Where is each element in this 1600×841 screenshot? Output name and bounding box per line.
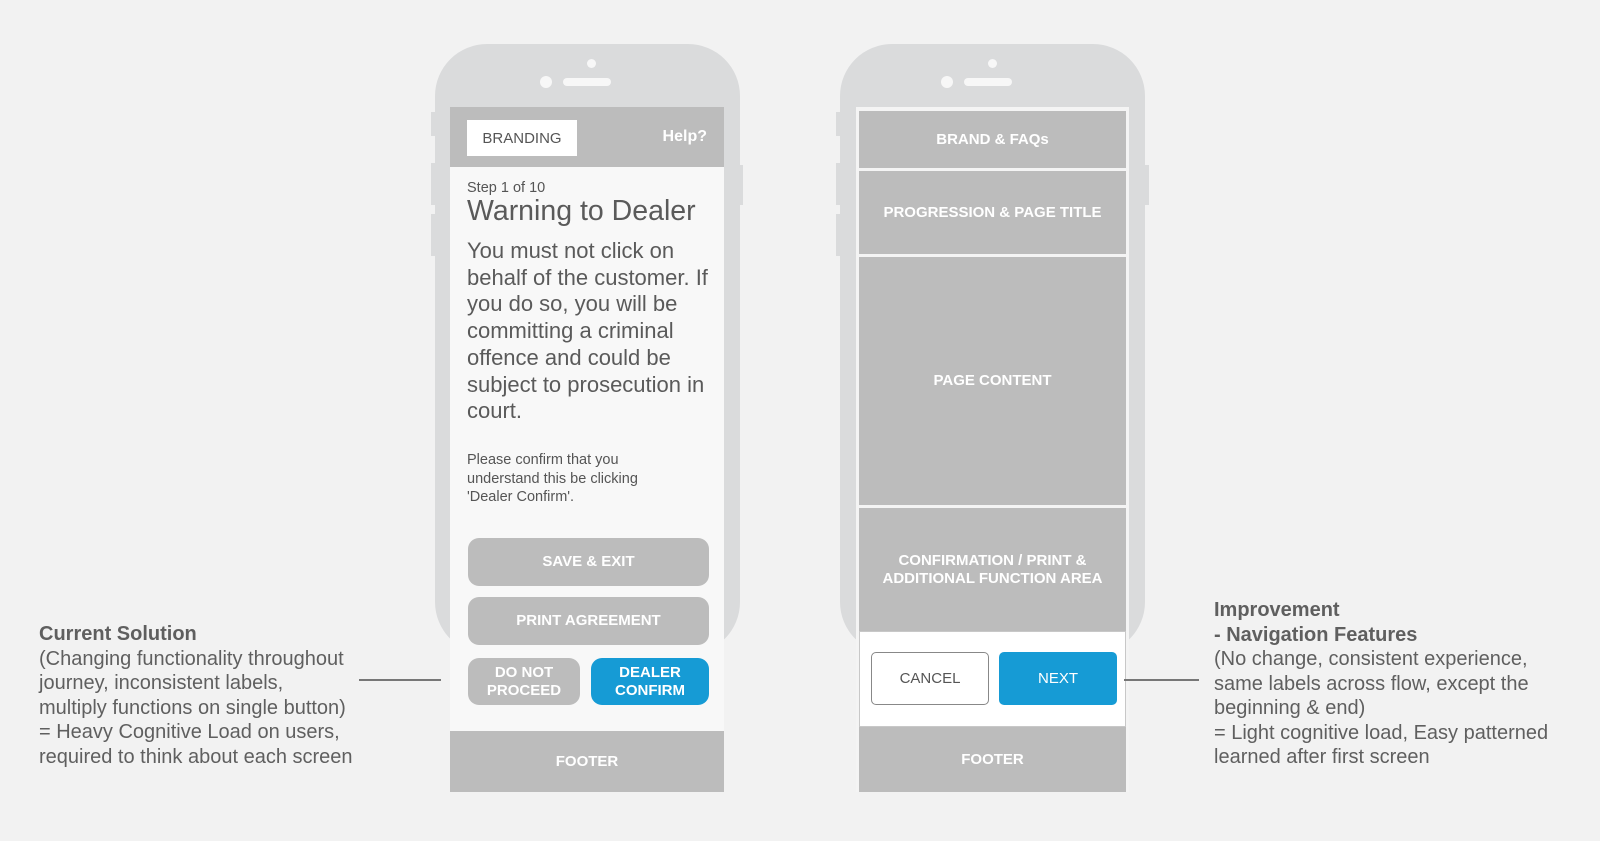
annotation-line: multiply functions on single button) [39,696,346,719]
phone-camera [587,59,596,68]
header: BRANDING Help? [450,107,724,167]
current-solution-annotation: Current Solution (Changing functionality… [39,622,353,769]
navigation-bar: CANCEL NEXT [859,631,1126,727]
annotation-subtitle: - Navigation Features [1214,623,1418,646]
confirmation-area-section: CONFIRMATION / PRINT & ADDITIONAL FUNCTI… [859,508,1126,631]
phone-side-button [1145,165,1149,205]
connector-line-right [1124,679,1199,681]
footer: FOOTER [859,727,1126,792]
annotation-title: Improvement [1214,599,1340,621]
annotation-line: journey, inconsistent labels, [39,672,284,694]
annotation-line: required to think about each screen [39,745,353,768]
print-agreement-button[interactable]: PRINT AGREEMENT [468,597,709,645]
annotation-line: same labels across flow, except the [1214,672,1529,695]
confirm-instruction: Please confirm that you understand this … [467,452,638,506]
improvement-annotation: Improvement - Navigation Features (No ch… [1214,598,1548,770]
help-link[interactable]: Help? [663,128,707,146]
page-title: Warning to Dealer [467,195,696,227]
annotation-line: (Changing functionality throughout [39,647,344,670]
annotation-line: beginning & end) [1214,697,1366,719]
step-indicator: Step 1 of 10 [467,180,546,196]
annotation-title: Current Solution [39,623,197,645]
phone-speaker [563,78,611,86]
phone-camera [988,59,997,68]
phone-screen: BRAND & FAQs PROGRESSION & PAGE TITLE PA… [856,107,1129,792]
phone-sensor [540,76,552,88]
dealer-confirm-button[interactable]: DEALER CONFIRM [591,658,709,705]
annotation-line: (No change, consistent experience, [1214,648,1528,670]
connector-line-left [359,679,441,681]
annotation-line: = Light cognitive load, Easy patterned [1214,721,1549,744]
footer: FOOTER [450,731,724,792]
phone-speaker [964,78,1012,86]
do-not-proceed-button[interactable]: DO NOT PROCEED [468,658,580,705]
phone-screen: BRANDING Help? Step 1 of 10 Warning to D… [450,107,724,792]
next-button[interactable]: NEXT [999,652,1117,705]
brand-faqs-section: BRAND & FAQs [859,111,1126,168]
annotation-line: = Heavy Cognitive Load on users, [39,721,340,743]
save-exit-button[interactable]: SAVE & EXIT [468,538,709,586]
progression-title-section: PROGRESSION & PAGE TITLE [859,171,1126,254]
warning-text: You must not click on behalf of the cust… [467,238,708,424]
branding-logo[interactable]: BRANDING [467,120,577,156]
annotation-line: learned after first screen [1214,746,1430,768]
cancel-button[interactable]: CANCEL [871,652,989,705]
phone-sensor [941,76,953,88]
page-content-section: PAGE CONTENT [859,257,1126,505]
